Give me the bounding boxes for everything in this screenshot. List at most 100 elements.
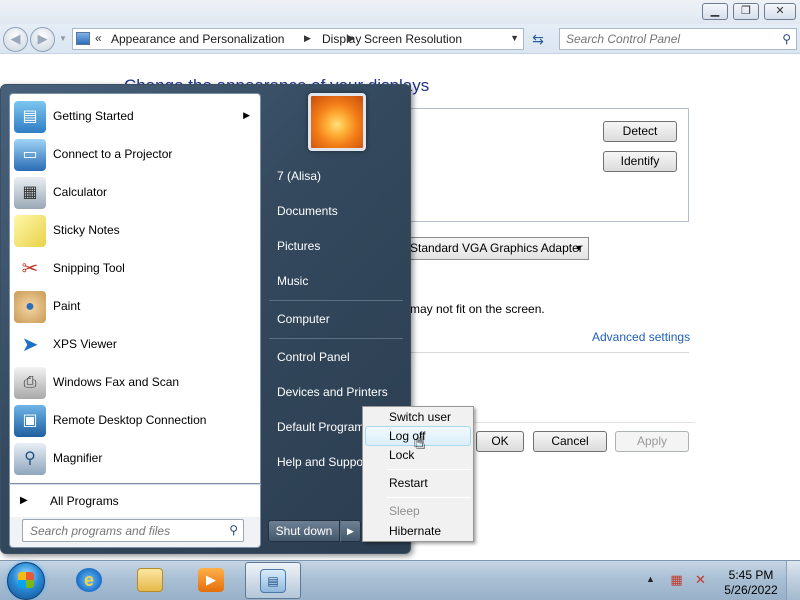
program-connect-projector[interactable]: ▭ Connect to a Projector [12, 136, 258, 174]
program-snipping-tool[interactable]: ✂ Snipping Tool [12, 250, 258, 288]
all-programs-label: All Programs [50, 494, 119, 508]
detect-button[interactable]: Detect [603, 121, 677, 142]
search-icon[interactable]: ⚲ [782, 32, 791, 46]
breadcrumb-screen-resolution[interactable]: Screen Resolution [364, 32, 462, 46]
show-hidden-icons-icon[interactable]: ▲ [646, 574, 655, 584]
close-button[interactable]: ✕ [764, 3, 796, 20]
taskbar-windows-explorer[interactable] [123, 562, 179, 599]
breadcrumb-arrow-icon[interactable]: ▶ [348, 33, 355, 44]
submenu-arrow-icon: ▶ [243, 110, 250, 120]
address-dropdown-icon[interactable]: ▼ [510, 33, 519, 43]
recent-pages-dropdown-icon[interactable]: ▼ [59, 34, 67, 43]
back-button[interactable]: ◀ [3, 27, 28, 52]
all-programs-item[interactable]: ▶ All Programs [9, 484, 261, 518]
right-item-control-panel[interactable]: Control Panel [269, 342, 407, 372]
right-item-user[interactable]: 7 (Alisa) [269, 161, 407, 191]
program-getting-started[interactable]: ▤ Getting Started ▶ [12, 98, 258, 136]
windows-explorer-icon [137, 568, 163, 592]
control-panel-icon [76, 32, 90, 45]
maximize-button[interactable]: ❐ [733, 3, 759, 20]
program-label: Calculator [53, 185, 108, 199]
start-search-input[interactable] [23, 520, 218, 541]
info-text: may not fit on the screen. [410, 302, 545, 316]
program-paint[interactable]: ● Paint [12, 288, 258, 326]
menu-separator [387, 469, 471, 470]
clock-date[interactable]: 5/26/2022 [718, 583, 784, 597]
volume-muted-icon[interactable]: ✕ [692, 572, 709, 588]
dropdown-arrow-icon: ▼ [574, 243, 583, 253]
control-panel-icon: ▤ [260, 569, 286, 593]
navigation-bar: ◀ ▶ ▼ « Appearance and Personalization ▶… [0, 24, 800, 54]
right-item-computer[interactable]: Computer [269, 304, 407, 334]
program-sticky-notes[interactable]: Sticky Notes [12, 212, 258, 250]
divider [269, 300, 403, 301]
menu-item-restart[interactable]: Restart [365, 473, 471, 493]
media-player-icon: ▶ [198, 568, 224, 592]
shutdown-options-button[interactable]: ▶ [340, 520, 361, 542]
getting-started-icon: ▤ [14, 101, 46, 133]
taskbar-media-player[interactable]: ▶ [184, 562, 240, 599]
program-label: Magnifier [53, 451, 103, 465]
chevron-left-icon[interactable]: « [95, 31, 102, 45]
program-fax-scan[interactable]: ⎙ Windows Fax and Scan [12, 364, 258, 402]
snipping-tool-icon: ✂ [14, 253, 46, 285]
start-button[interactable] [7, 562, 45, 600]
title-bar[interactable]: ▁ ❐ ✕ [0, 0, 800, 24]
program-label: Windows Fax and Scan [53, 375, 180, 389]
right-item-pictures[interactable]: Pictures [269, 231, 407, 261]
menu-item-hibernate[interactable]: Hibernate [365, 521, 471, 541]
address-bar[interactable]: « Appearance and Personalization ▶ Displ… [72, 28, 524, 50]
taskbar-control-panel[interactable]: ▤ [245, 562, 301, 599]
sticky-notes-icon [14, 215, 46, 247]
breadcrumb-display[interactable]: Display [322, 32, 361, 46]
paint-icon: ● [14, 291, 46, 323]
minimize-button[interactable]: ▁ [702, 3, 728, 20]
clock-time[interactable]: 5:45 PM [722, 568, 780, 582]
ok-button[interactable]: OK [476, 431, 524, 452]
program-label: Snipping Tool [53, 261, 125, 275]
program-label: XPS Viewer [53, 337, 117, 351]
program-calculator[interactable]: ▦ Calculator [12, 174, 258, 212]
network-icon[interactable]: ▦ [668, 572, 685, 588]
forward-button[interactable]: ▶ [30, 27, 55, 52]
identify-button[interactable]: Identify [603, 151, 677, 172]
refresh-icon[interactable]: ⇆ [528, 30, 548, 50]
apply-button[interactable]: Apply [615, 431, 689, 452]
divider [269, 338, 403, 339]
arrow-right-icon: ▶ [20, 495, 28, 506]
program-xps-viewer[interactable]: ➤ XPS Viewer [12, 326, 258, 364]
search-icon[interactable]: ⚲ [229, 523, 238, 537]
start-search-box[interactable]: ⚲ [22, 519, 244, 542]
program-label: Connect to a Projector [53, 147, 173, 161]
right-item-devices-printers[interactable]: Devices and Printers [269, 377, 407, 407]
start-search-area: ⚲ [9, 517, 261, 548]
program-remote-desktop[interactable]: ▣ Remote Desktop Connection [12, 402, 258, 440]
control-panel-search[interactable]: ⚲ [559, 28, 797, 50]
calculator-icon: ▦ [14, 177, 46, 209]
right-item-documents[interactable]: Documents [269, 196, 407, 226]
program-magnifier[interactable]: ⚲ Magnifier [12, 440, 258, 478]
display-select[interactable]: Standard VGA Graphics Adapter ▼ [395, 237, 589, 260]
xps-viewer-icon: ➤ [14, 329, 46, 361]
show-desktop-button[interactable] [786, 561, 800, 600]
taskbar: e ▶ ▤ ▲ ▦ ✕ 5:45 PM 5/26/2022 [0, 560, 800, 600]
user-avatar[interactable] [308, 93, 366, 151]
divider [395, 352, 689, 353]
breadcrumb-appearance[interactable]: Appearance and Personalization [111, 32, 284, 46]
menu-item-switch-user[interactable]: Switch user [365, 407, 471, 427]
advanced-settings-link[interactable]: Advanced settings [592, 330, 690, 344]
shutdown-options-menu: Switch user Log off Lock Restart Sleep H… [362, 406, 474, 542]
program-label: Sticky Notes [53, 223, 120, 237]
windows-logo-icon [18, 572, 34, 588]
hand-cursor-icon: ☝ [414, 432, 425, 452]
breadcrumb-arrow-icon[interactable]: ▶ [304, 33, 311, 44]
taskbar-internet-explorer[interactable]: e [62, 562, 118, 599]
right-item-music[interactable]: Music [269, 266, 407, 296]
display-select-value: Standard VGA Graphics Adapter [410, 241, 583, 255]
cancel-button[interactable]: Cancel [533, 431, 607, 452]
fax-scan-icon: ⎙ [14, 367, 46, 399]
control-panel-search-input[interactable] [560, 29, 770, 49]
menu-item-sleep[interactable]: Sleep [365, 501, 471, 521]
shutdown-button[interactable]: Shut down [268, 520, 340, 542]
internet-explorer-icon: e [76, 568, 102, 592]
